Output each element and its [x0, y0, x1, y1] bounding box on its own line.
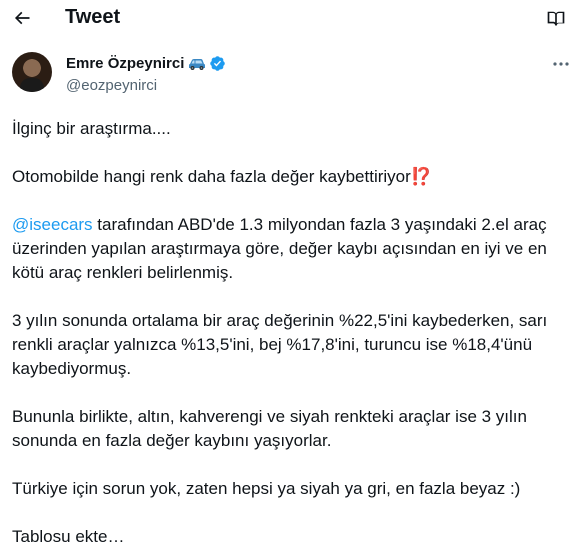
more-options-button[interactable]: [550, 54, 572, 74]
tweet-paragraph-3-text: tarafından ABD'de 1.3 milyondan fazla 3 …: [12, 215, 547, 282]
tweet-paragraph-2-text: Otomobilde hangi renk daha fazla değer k…: [12, 167, 411, 186]
tweet-author: Emre Özpeynirci @eozpeynirci: [12, 52, 572, 102]
mention-link[interactable]: @iseecars: [12, 215, 93, 234]
tweet-paragraph-2: Otomobilde hangi renk daha fazla değer k…: [12, 165, 572, 189]
interrobang-icon: ⁉️: [410, 167, 432, 186]
author-handle[interactable]: @eozpeynirci: [66, 77, 157, 94]
arrow-left-icon: [14, 11, 30, 25]
avatar[interactable]: [12, 52, 52, 92]
page-title: Tweet: [65, 6, 121, 28]
reader-mode-button[interactable]: [543, 6, 569, 30]
tweet-paragraph-4: 3 yılın sonunda ortalama bir araç değeri…: [12, 311, 548, 378]
back-button[interactable]: [8, 4, 36, 32]
tweet-paragraph-7: Tablosu ekte…: [12, 527, 125, 546]
verified-badge-icon: [210, 56, 226, 71]
tweet-text: İlginç bir araştırma.... Otomobilde hang…: [12, 117, 572, 553]
top-bar: Tweet: [0, 0, 581, 37]
author-name[interactable]: Emre Özpeynirci: [66, 55, 184, 72]
tweet-paragraph-1: İlginç bir araştırma....: [12, 119, 171, 138]
more-horizontal-icon: [553, 62, 569, 66]
author-name-row: Emre Özpeynirci: [66, 55, 226, 72]
tweet-paragraph-5: Bununla birlikte, altın, kahverengi ve s…: [12, 407, 527, 450]
book-open-icon: [547, 11, 565, 26]
car-icon: [189, 58, 206, 70]
tweet-paragraph-3: @iseecars tarafından ABD'de 1.3 milyonda…: [12, 213, 572, 285]
tweet-paragraph-6: Türkiye için sorun yok, zaten hepsi ya s…: [12, 479, 521, 498]
